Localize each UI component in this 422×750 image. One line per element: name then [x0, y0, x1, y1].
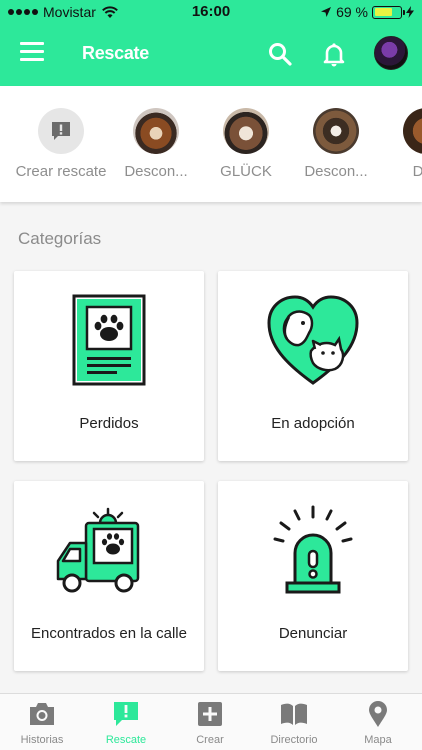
story-avatar	[403, 108, 422, 154]
story-label: Crear rescate	[15, 163, 107, 180]
story-item[interactable]: GLÜCK	[196, 108, 296, 180]
rescue-truck-icon	[56, 507, 140, 593]
category-card-found-street[interactable]: Encontrados en la calle	[14, 481, 204, 671]
status-bar: Movistar 16:00 69 %	[0, 0, 422, 24]
category-label: Encontrados en la calle	[31, 625, 187, 642]
story-avatar	[223, 108, 269, 154]
tab-rescate[interactable]: Rescate	[84, 694, 168, 750]
tab-directorio[interactable]: Directorio	[252, 694, 336, 750]
tab-label: Directorio	[270, 734, 318, 746]
avatar[interactable]	[374, 36, 408, 70]
app-bar: Rescate	[0, 24, 422, 86]
plus-square-icon	[198, 702, 222, 726]
book-icon	[281, 703, 307, 725]
tab-label: Mapa	[364, 734, 392, 746]
page-title: Rescate	[82, 43, 149, 63]
create-rescue-circle	[38, 108, 84, 154]
story-label: Descon...	[304, 163, 368, 180]
story-label: Des	[412, 163, 422, 180]
top-bar: Movistar 16:00 69 % Rescate	[0, 0, 422, 86]
category-card-report[interactable]: Denunciar	[218, 481, 408, 671]
heart-pets-icon	[267, 295, 359, 385]
categories-title: Categorías	[18, 229, 102, 248]
category-label: Denunciar	[278, 625, 348, 642]
bell-icon[interactable]	[320, 40, 348, 68]
story-item[interactable]: Des	[376, 108, 422, 180]
tab-crear[interactable]: Crear	[168, 694, 252, 750]
story-label: Descon...	[124, 163, 188, 180]
battery-icon	[372, 5, 405, 19]
alert-message-icon	[114, 702, 138, 726]
camera-icon	[30, 703, 54, 725]
story-item[interactable]: Descon...	[286, 108, 386, 180]
category-label: Perdidos	[79, 415, 139, 432]
tab-historias[interactable]: Historias	[0, 694, 84, 750]
bottom-tab-bar: Historias Rescate Crear Directorio Mapa	[0, 693, 422, 750]
menu-icon[interactable]	[20, 42, 44, 66]
story-item[interactable]: Descon...	[106, 108, 206, 180]
tab-mapa[interactable]: Mapa	[336, 694, 420, 750]
story-create-rescue[interactable]: Crear rescate	[11, 108, 111, 180]
story-label: GLÜCK	[220, 163, 272, 180]
lost-poster-icon	[72, 294, 146, 386]
map-pin-icon	[369, 701, 387, 727]
exclamation-icon	[52, 122, 70, 140]
location-arrow-icon	[321, 7, 332, 17]
category-card-adoption[interactable]: En adopción	[218, 271, 408, 461]
charging-icon	[406, 6, 414, 18]
alarm-siren-icon	[273, 505, 353, 594]
category-label: En adopción	[271, 415, 355, 432]
story-avatar	[133, 108, 179, 154]
category-card-lost[interactable]: Perdidos	[14, 271, 204, 461]
tab-label: Rescate	[105, 734, 147, 746]
stories-row: Crear rescate Descon... GLÜCK Descon... …	[0, 86, 422, 202]
tab-label: Historias	[20, 734, 64, 746]
search-icon[interactable]	[266, 40, 294, 68]
story-avatar	[313, 108, 359, 154]
tab-label: Crear	[196, 734, 224, 746]
battery-percent: 69 %	[336, 4, 368, 20]
